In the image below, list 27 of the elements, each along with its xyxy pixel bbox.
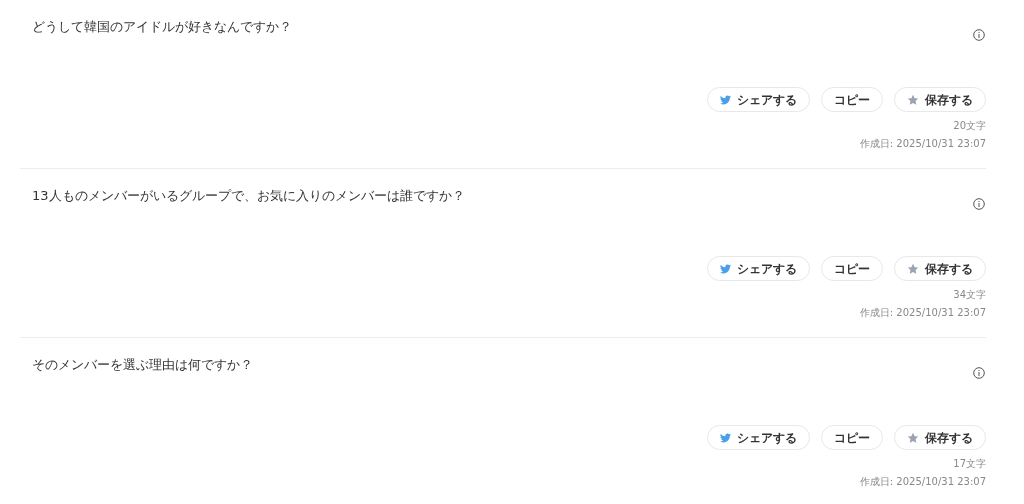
- info-icon[interactable]: [973, 367, 985, 379]
- share-button[interactable]: シェアする: [707, 256, 810, 281]
- star-icon: [907, 262, 919, 275]
- character-count: 17文字: [953, 458, 986, 470]
- copy-button[interactable]: コピー: [821, 87, 883, 112]
- character-count: 20文字: [953, 120, 986, 132]
- save-button[interactable]: 保存する: [894, 256, 986, 281]
- save-button[interactable]: 保存する: [894, 425, 986, 450]
- question-text: どうして韓国のアイドルが好きなんですか？: [32, 18, 292, 36]
- info-icon[interactable]: [973, 198, 985, 210]
- save-button[interactable]: 保存する: [894, 87, 986, 112]
- question-text: 13人ものメンバーがいるグループで、お気に入りのメンバーは誰ですか？: [32, 187, 465, 205]
- created-date: 作成日: 2025/10/31 23:07: [859, 138, 986, 150]
- star-icon: [907, 93, 919, 106]
- bird-icon: [720, 263, 731, 274]
- created-date: 作成日: 2025/10/31 23:07: [859, 307, 986, 319]
- bird-icon: [720, 432, 731, 443]
- bird-icon: [720, 94, 731, 105]
- share-button[interactable]: シェアする: [707, 87, 810, 112]
- copy-button[interactable]: コピー: [821, 256, 883, 281]
- question-text: そのメンバーを選ぶ理由は何ですか？: [32, 356, 253, 374]
- star-icon: [907, 431, 919, 444]
- info-icon[interactable]: [973, 29, 985, 41]
- created-date: 作成日: 2025/10/31 23:07: [859, 476, 986, 488]
- share-button[interactable]: シェアする: [707, 425, 810, 450]
- copy-button[interactable]: コピー: [821, 425, 883, 450]
- character-count: 34文字: [953, 289, 986, 301]
